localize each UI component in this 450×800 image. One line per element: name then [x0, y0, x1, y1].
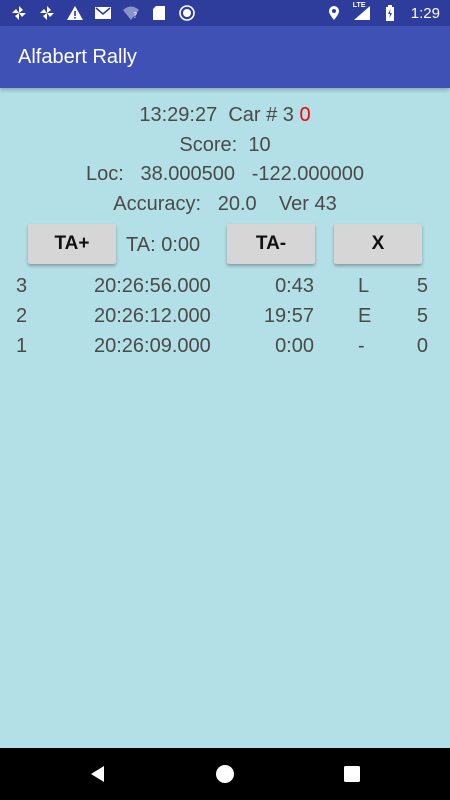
status-left-icons: ? — [10, 4, 196, 22]
app-bar: Alfabert Rally — [0, 26, 450, 88]
longitude-value: -122.000000 — [251, 163, 365, 185]
signal-icon: LTE — [352, 2, 371, 22]
location-icon — [325, 4, 343, 22]
accuracy-line: Accuracy: 20.0 Ver 43 — [0, 193, 450, 216]
score-line: Score: 10 — [0, 134, 450, 157]
main-content: 13:29:27 Car # 3 0 Score: 10 Loc: 38.000… — [0, 88, 450, 748]
score-label: Score: — [179, 134, 238, 156]
loc-label: Loc: — [85, 163, 124, 185]
recents-icon[interactable] — [340, 762, 364, 786]
car-zero-value: 0 — [299, 104, 311, 126]
mail-icon — [94, 4, 112, 22]
location-line: Loc: 38.000500 -122.000000 — [0, 163, 450, 186]
row-index: 2 — [16, 305, 28, 327]
ta-minus-button[interactable]: TA- — [227, 224, 315, 264]
battery-icon — [381, 4, 399, 22]
clear-button[interactable]: X — [334, 224, 422, 264]
table-row: 3 20:26:56.000 0:43 L 5 — [0, 275, 450, 305]
row-index: 3 — [16, 275, 28, 297]
app-title: Alfabert Rally — [18, 45, 137, 68]
row-number: 5 — [416, 305, 428, 327]
row-number: 0 — [416, 335, 428, 357]
row-code: E — [358, 305, 372, 327]
row-index: 1 — [16, 335, 28, 357]
table-row: 1 20:26:09.000 0:00 - 0 — [0, 335, 450, 365]
version-label: Ver 43 — [278, 193, 337, 215]
latitude-value: 38.000500 — [140, 163, 236, 185]
table-row: 2 20:26:12.000 19:57 E 5 — [0, 305, 450, 335]
row-code: L — [358, 275, 370, 297]
row-duration: 19:57 — [263, 305, 314, 327]
status-time: 1:29 — [410, 4, 440, 22]
row-time: 20:26:09.000 — [94, 335, 211, 357]
lte-label: LTE — [352, 2, 366, 9]
sd-card-icon — [150, 4, 168, 22]
clock-car-line: 13:29:27 Car # 3 0 — [0, 104, 450, 127]
svg-text:?: ? — [133, 11, 137, 20]
home-icon[interactable] — [213, 762, 237, 786]
accuracy-value: 20.0 — [217, 193, 257, 215]
row-number: 5 — [416, 275, 428, 297]
row-code: - — [358, 335, 365, 357]
accuracy-label: Accuracy: — [113, 193, 202, 215]
ta-plus-button[interactable]: TA+ — [28, 224, 116, 264]
ta-value: 0:00 — [161, 234, 201, 256]
row-time: 20:26:12.000 — [94, 305, 211, 327]
record-icon — [178, 4, 196, 22]
row-time: 20:26:56.000 — [94, 275, 211, 297]
wifi-question-icon: ? — [122, 4, 140, 22]
pinwheel-icon — [10, 4, 28, 22]
pinwheel-icon — [38, 4, 56, 22]
status-right-icons: LTE 1:29 — [325, 2, 440, 22]
navigation-bar — [0, 748, 450, 800]
status-bar: ? LTE 1:29 — [0, 0, 450, 26]
back-icon[interactable] — [86, 762, 110, 786]
clock-text: 13:29:27 — [139, 104, 218, 126]
row-duration: 0:00 — [275, 335, 314, 357]
row-duration: 0:43 — [275, 275, 314, 297]
ta-display: TA: 0:00 — [126, 234, 200, 257]
ta-label: TA: — [126, 234, 156, 256]
score-value: 10 — [248, 134, 271, 156]
car-label: Car # 3 — [228, 104, 294, 126]
warning-icon — [66, 4, 84, 22]
